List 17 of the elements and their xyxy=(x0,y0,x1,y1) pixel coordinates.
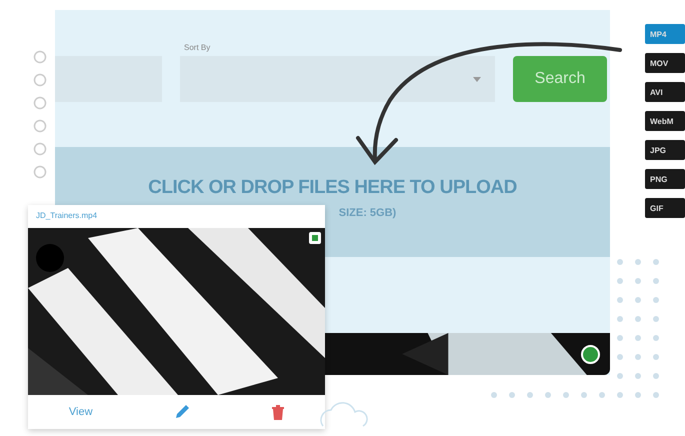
format-tag: PNG xyxy=(645,169,685,189)
format-tag: JPG xyxy=(645,140,685,160)
trash-icon[interactable] xyxy=(272,404,284,420)
sort-select[interactable] xyxy=(180,56,495,102)
input-field[interactable] xyxy=(55,56,162,102)
sort-label: Sort By xyxy=(183,43,212,52)
format-tag: MOV xyxy=(645,53,685,73)
format-tag: WebM xyxy=(645,111,685,131)
format-tag: AVI xyxy=(645,82,685,102)
caret-icon xyxy=(473,76,481,82)
upload-subtitle: SIZE: 5GB) xyxy=(338,207,396,219)
format-tag: MP4 xyxy=(645,24,685,44)
format-tag: GIF xyxy=(645,198,685,218)
pencil-icon[interactable] xyxy=(174,404,190,420)
upload-title: CLICK OR DROP FILES HERE TO UPLOAD xyxy=(148,177,517,199)
view-link[interactable]: View xyxy=(68,406,93,418)
search-button[interactable]: Search xyxy=(513,56,607,102)
